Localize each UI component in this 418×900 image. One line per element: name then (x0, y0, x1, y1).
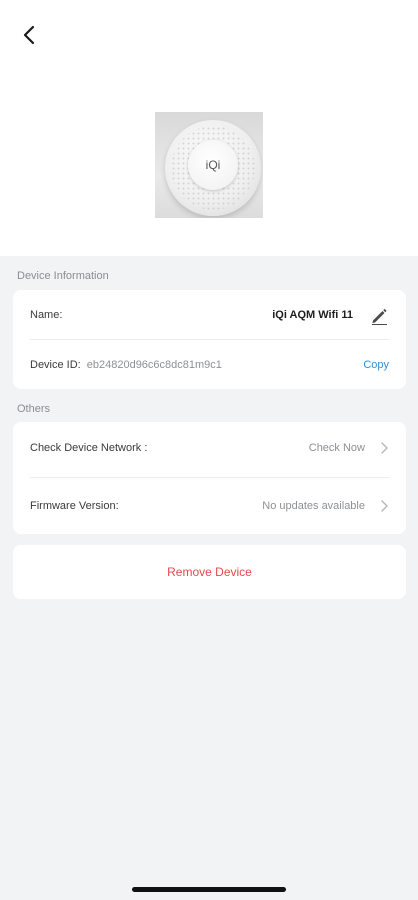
device-header-area: iQi (0, 0, 418, 256)
divider (30, 339, 389, 340)
device-id-value: eb24820d96c6c8dc81m9c1 (86, 359, 222, 371)
device-information-title: Device Information (17, 270, 109, 282)
back-button[interactable] (14, 20, 44, 50)
firmware-label: Firmware Version: (30, 500, 119, 512)
copy-button[interactable]: Copy (363, 359, 389, 371)
device-information-card: Name: iQi AQM Wifi 11 Device ID: eb24820… (13, 290, 406, 389)
check-network-row[interactable]: Check Device Network : Check Now (30, 435, 389, 461)
others-title: Others (17, 403, 51, 415)
remove-device-button[interactable]: Remove Device (13, 545, 406, 599)
others-card: Check Device Network : Check Now Firmwar… (13, 422, 406, 534)
device-settings-screen: iQi Device Information Name: iQi AQM Wif… (0, 0, 418, 900)
check-now-link[interactable]: Check Now (309, 442, 365, 454)
device-id-row: Device ID: eb24820d96c6c8dc81m9c1 Copy (30, 352, 389, 378)
firmware-row[interactable]: Firmware Version: No updates available (30, 493, 389, 519)
network-label: Check Device Network : (30, 442, 148, 454)
device-logo: iQi (188, 140, 238, 190)
remove-device-label: Remove Device (167, 565, 252, 579)
pencil-icon[interactable] (369, 305, 389, 325)
device-puck: iQi (165, 120, 261, 216)
home-indicator (132, 887, 286, 892)
device-id-label: Device ID: (30, 359, 81, 371)
firmware-status: No updates available (262, 500, 365, 512)
chevron-right-icon (381, 442, 388, 454)
name-row: Name: iQi AQM Wifi 11 (30, 302, 389, 328)
divider (30, 477, 389, 478)
device-image: iQi (155, 112, 263, 218)
name-label: Name: (30, 309, 63, 321)
chevron-left-icon (23, 25, 35, 45)
device-name-value: iQi AQM Wifi 11 (272, 309, 353, 321)
device-logo-text: iQi (205, 158, 221, 172)
chevron-right-icon (381, 500, 388, 512)
